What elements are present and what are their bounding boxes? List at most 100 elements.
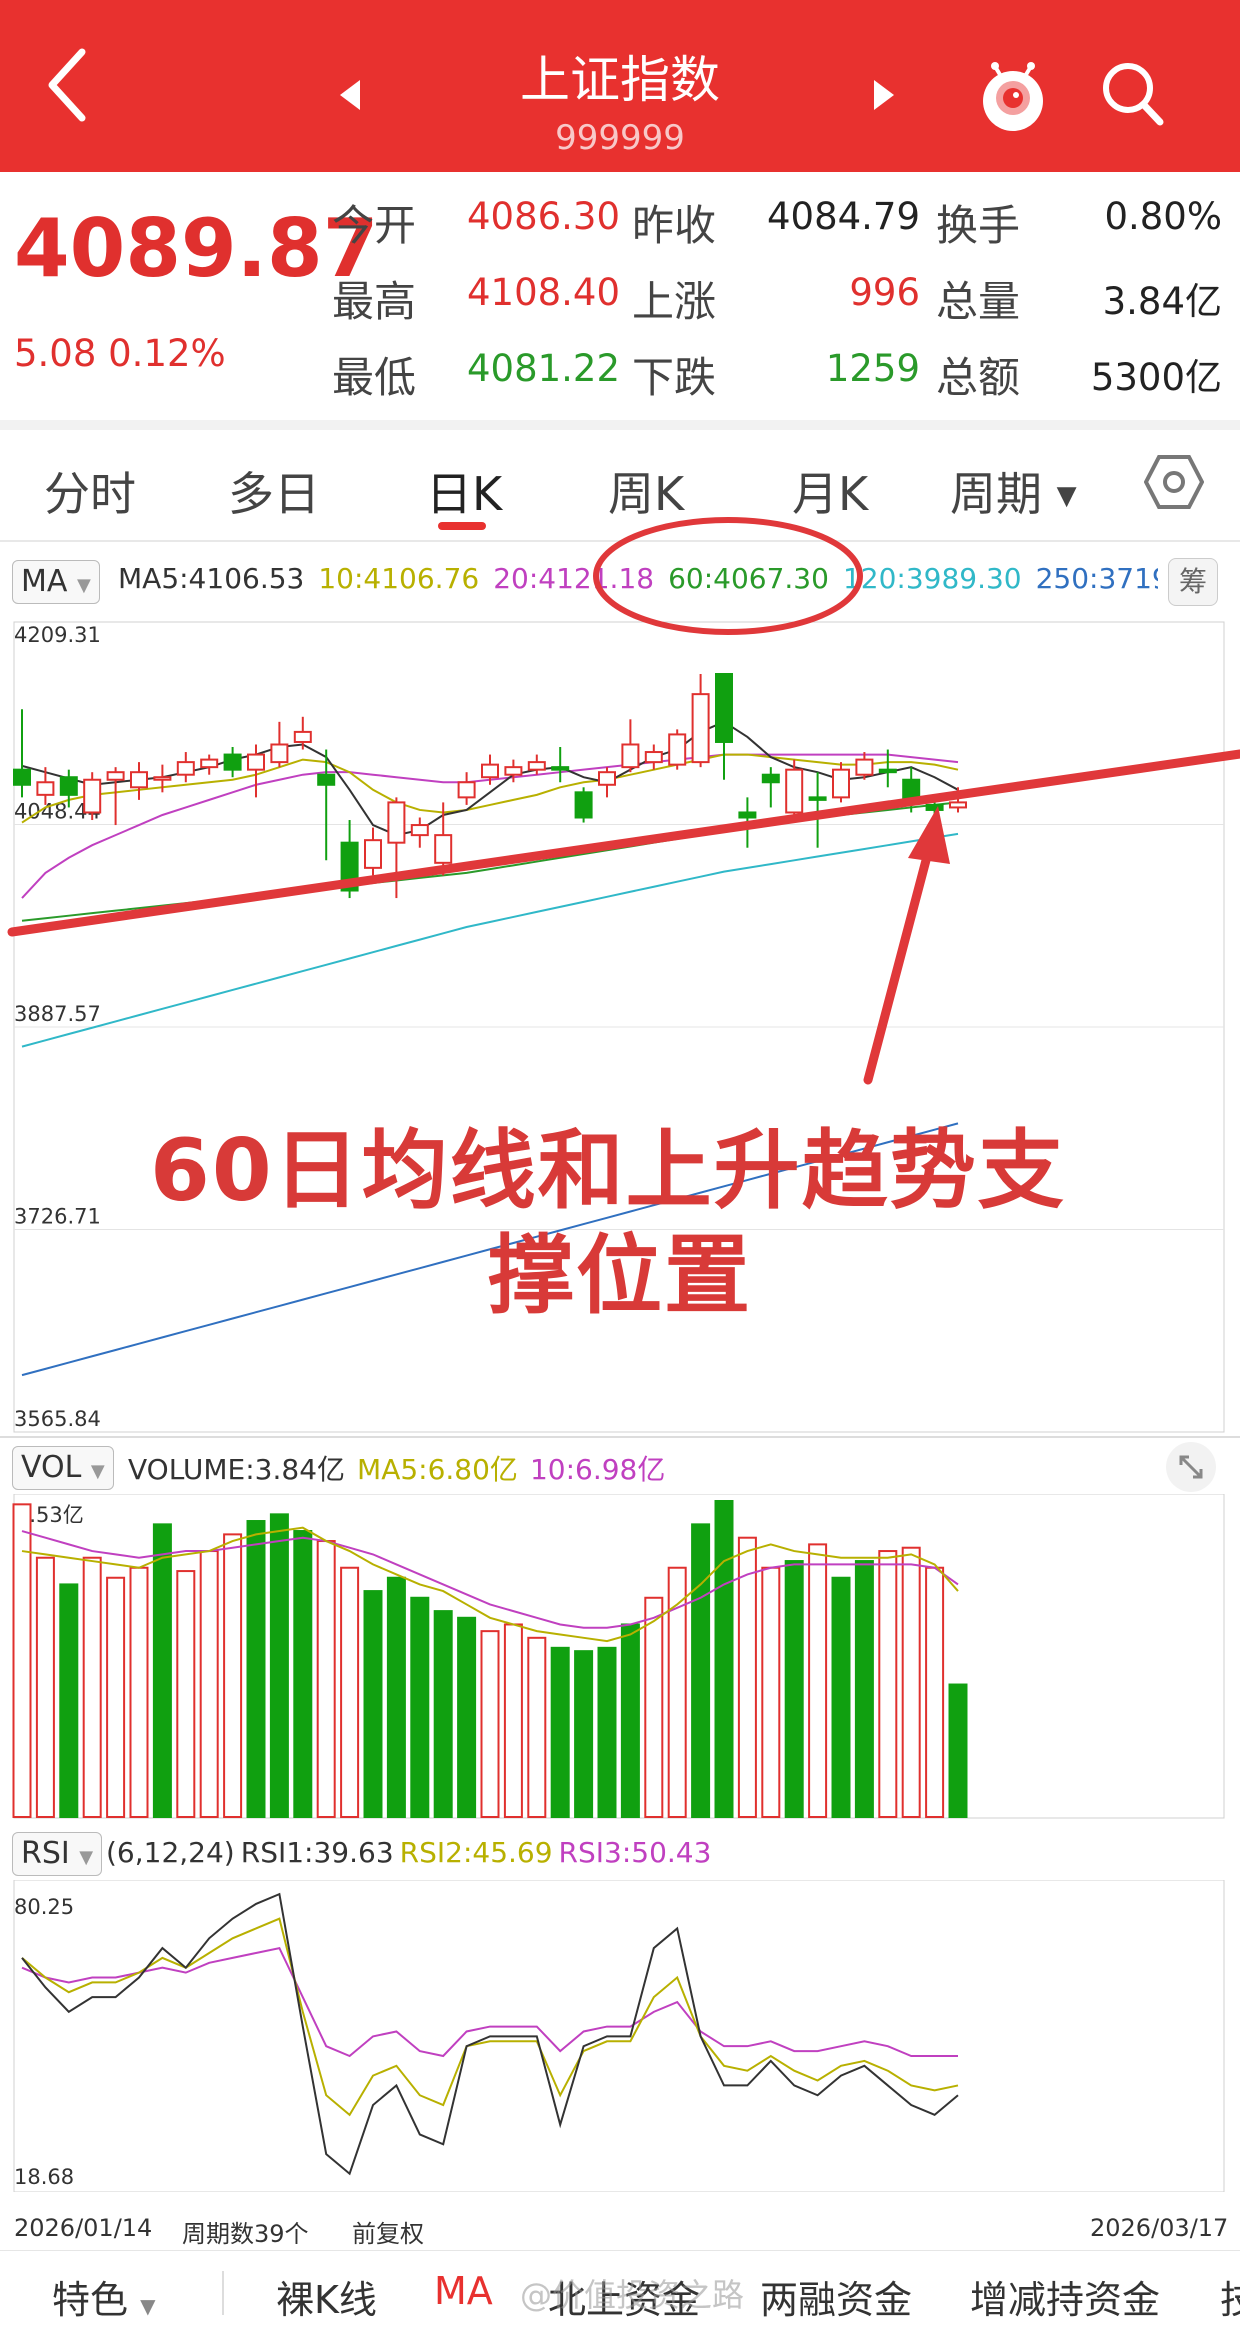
legend-value: RSI1:39.63: [240, 1836, 394, 1869]
back-icon[interactable]: [30, 40, 100, 130]
page-title: 上证指数: [520, 51, 720, 109]
quote-value: 3.84亿: [1102, 280, 1222, 323]
legend-value: RSI2:45.69: [399, 1836, 553, 1869]
tab-daily-k[interactable]: 日K: [426, 458, 502, 524]
search-icon[interactable]: [1098, 58, 1168, 130]
volume-bar: [152, 1523, 172, 1819]
candle: [551, 747, 570, 783]
end-date: 2026/03/17: [1090, 2214, 1229, 2242]
candle: [574, 787, 593, 823]
volume-bar: [316, 1540, 336, 1818]
chart-frame: [13, 1494, 1225, 1819]
candle: [106, 767, 125, 826]
quote-value: 4086.30: [466, 195, 620, 238]
expand-icon[interactable]: [1166, 1442, 1216, 1492]
tab-period[interactable]: 周期 ▼: [950, 458, 1077, 524]
chip-distribution-button[interactable]: 筹: [1168, 558, 1218, 606]
rsi-dropdown-label: RSI: [21, 1836, 70, 1871]
legend-value: 60:4067.30: [668, 562, 829, 595]
arrow-head-annotation: [908, 806, 950, 864]
volume-bar: [293, 1530, 313, 1818]
vol-indicator-dropdown[interactable]: VOL ▼: [12, 1446, 114, 1490]
volume-bar: [480, 1630, 500, 1818]
volume-bar: [410, 1596, 430, 1818]
chevron-down-icon: ▼: [76, 575, 91, 596]
legend-value: RSI3:50.43: [558, 1836, 712, 1869]
volume-chart[interactable]: 9.53亿: [0, 1494, 1240, 1820]
vol-dropdown-label: VOL: [21, 1450, 82, 1485]
candle: [621, 719, 640, 773]
legend-value: MA5:4106.53: [118, 562, 305, 595]
chevron-down-icon: ▼: [79, 1847, 94, 1868]
rsi-indicator-dropdown[interactable]: RSI ▼: [12, 1832, 103, 1876]
rsi-chart[interactable]: 80.25 18.68: [0, 1880, 1240, 2192]
candle: [855, 752, 874, 780]
volume-bar: [644, 1596, 664, 1818]
ma-button[interactable]: MA: [434, 2269, 493, 2313]
prev-stock-icon[interactable]: [336, 78, 366, 112]
holding-change-button[interactable]: 增减持资金: [970, 2269, 1160, 2324]
legend-value: 20:4121.18: [493, 562, 655, 595]
volume-bar: [925, 1566, 945, 1818]
volume-bar: [269, 1513, 289, 1818]
arrow-annotation: [863, 825, 939, 1085]
quote-label: 今开: [332, 201, 417, 250]
candle: [200, 754, 219, 775]
feature-menu[interactable]: 特色 ▼: [52, 2269, 156, 2324]
active-tab-indicator: [438, 522, 486, 530]
period-count: 周期数39个: [182, 2220, 309, 2248]
volume-bar: [854, 1560, 874, 1818]
candle: [176, 752, 195, 783]
settings-hexagon-icon[interactable]: [1143, 452, 1205, 512]
volume-bar: [386, 1576, 406, 1818]
tab-fenshi[interactable]: 分时: [44, 458, 136, 524]
tab-multi-day[interactable]: 多日: [228, 458, 320, 524]
volume-bar: [176, 1570, 196, 1818]
volume-bar: [948, 1683, 968, 1818]
tab-period-label: 周期: [950, 467, 1042, 521]
rsi3-line: [21, 1946, 958, 2058]
candle: [270, 721, 289, 768]
ma-indicator-dropdown[interactable]: MA ▼: [12, 560, 100, 604]
tab-monthly-k[interactable]: 月K: [792, 458, 868, 524]
chevron-down-icon: ▼: [140, 2294, 156, 2318]
next-stock-icon[interactable]: [868, 78, 898, 112]
legend-value: VOLUME:3.84亿: [128, 1453, 346, 1486]
quote-label: 上涨: [632, 277, 717, 326]
volume-bar: [35, 1556, 55, 1819]
price-axis-label: 3887.57: [14, 1002, 101, 1026]
rsi-axis-top: 80.25: [14, 1895, 74, 1919]
margin-funds-button[interactable]: 两融资金: [760, 2269, 912, 2324]
more-tech-button[interactable]: 技: [1220, 2269, 1240, 2324]
chevron-down-icon: ▼: [90, 1461, 105, 1482]
volume-bar: [550, 1646, 570, 1818]
ma-dropdown-label: MA: [21, 564, 68, 599]
quote-value: 1259: [825, 347, 920, 390]
volume-bar: [246, 1520, 266, 1819]
volume-bar: [620, 1623, 640, 1818]
rsi1-line: [21, 1892, 959, 2176]
naked-k-button[interactable]: 裸K线: [276, 2269, 377, 2324]
legend-value: (6,12,24): [106, 1836, 235, 1869]
volume-bar: [784, 1560, 804, 1818]
mascot-icon[interactable]: [978, 56, 1048, 136]
watermark: @价值投资之路: [520, 2276, 745, 2314]
volume-bar: [831, 1576, 851, 1818]
volume-bar: [761, 1566, 781, 1818]
quote-label: 最低: [332, 353, 417, 402]
volume-bar: [808, 1543, 828, 1818]
volume-bar: [59, 1583, 79, 1818]
candle: [130, 762, 148, 800]
volume-bar: [527, 1636, 547, 1818]
candle: [223, 747, 242, 778]
candle: [364, 827, 382, 876]
trend-line-annotation: [7, 749, 1240, 937]
candle: [13, 709, 31, 798]
quote-value: 0.80%: [1104, 195, 1222, 238]
quote-label: 下跌: [632, 353, 717, 402]
candle: [715, 673, 733, 780]
chevron-down-icon: ▼: [1056, 481, 1077, 511]
volume-bar: [457, 1616, 477, 1819]
quote-value: 996: [849, 271, 920, 314]
tab-weekly-k[interactable]: 周K: [608, 458, 684, 524]
